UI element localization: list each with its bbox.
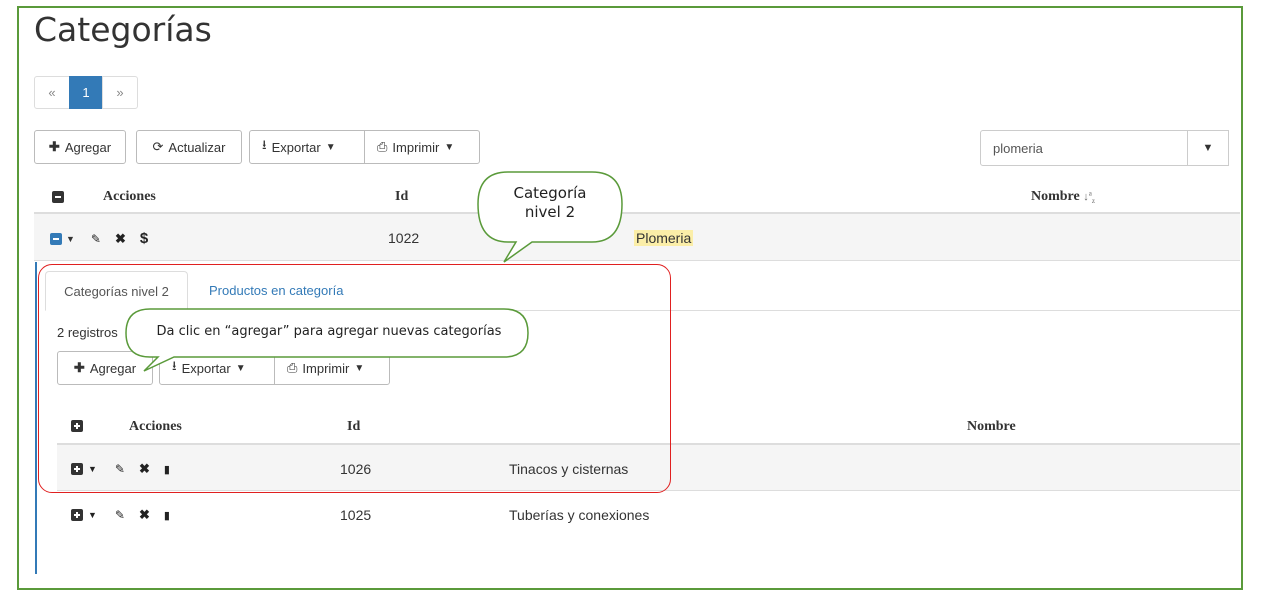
header-name-label: Nombre (1031, 189, 1080, 204)
pagination: « 1 » (34, 76, 138, 109)
copy-icon[interactable]: ▮ (164, 509, 170, 522)
search-input[interactable]: plomeria (980, 130, 1188, 166)
edit-icon[interactable]: ✎ (115, 508, 125, 522)
detail-row-id: 1025 (340, 507, 372, 523)
detail-row-name: Tuberías y conexiones (509, 507, 650, 523)
plus-icon: ✚ (73, 360, 85, 375)
print-button-label: Imprimir (392, 139, 440, 155)
collapse-all-icon[interactable] (52, 191, 64, 203)
header-actions: Acciones (103, 189, 156, 204)
plus-icon: ✚ (48, 139, 60, 154)
tab-productos-en-categoria[interactable]: Productos en categoría (209, 283, 343, 298)
table-row (57, 445, 1240, 490)
edit-icon[interactable]: ✎ (91, 232, 101, 246)
dollar-icon[interactable]: $ (140, 230, 148, 247)
header-name[interactable]: Nombre ↓az (1031, 189, 1095, 205)
record-count: 2 registros (57, 325, 118, 340)
expand-row-icon[interactable] (71, 509, 83, 521)
export-button-label: Exportar (271, 139, 321, 155)
delete-icon[interactable]: ✖ (115, 231, 126, 247)
header-id[interactable]: Id (395, 189, 408, 205)
edit-icon[interactable]: ✎ (115, 462, 125, 476)
delete-icon[interactable]: ✖ (139, 461, 150, 477)
refresh-button[interactable]: ⟳ Actualizar (136, 130, 242, 164)
pagination-page-1[interactable]: 1 (69, 76, 103, 109)
detail-row-actions: ▼ ✎ ✖ ▮ (71, 461, 184, 477)
callout-hint-text: Da clic en “agregar” para agregar nuevas… (156, 324, 502, 339)
row-name-highlight: Plomeria (634, 230, 694, 246)
collapse-row-icon[interactable] (50, 232, 62, 245)
chevron-down-icon: ▼ (325, 141, 336, 153)
pagination-next[interactable]: » (102, 76, 138, 109)
export-button[interactable]: ⭳ Exportar ▼ (249, 130, 365, 164)
search-dropdown-button[interactable]: ▼ (1187, 130, 1229, 166)
tab-categorias-nivel-2[interactable]: Categorías nivel 2 (45, 271, 188, 311)
callout-level2-text: Categoría nivel 2 (513, 184, 587, 221)
row-divider (34, 260, 1240, 261)
detail-left-bar (35, 262, 37, 574)
detail-row-id: 1026 (340, 461, 372, 477)
print-button[interactable]: ⎙ Imprimir ▼ (364, 130, 480, 164)
row-id: 1022 (388, 230, 420, 246)
chevron-down-icon: ▼ (1202, 142, 1214, 154)
row-actions: ▼ ✎ ✖ $ (50, 230, 162, 247)
page-title: Categorías (34, 10, 212, 49)
copy-icon[interactable]: ▮ (164, 463, 170, 476)
refresh-button-label: Actualizar (168, 139, 226, 155)
chevron-down-icon[interactable]: ▼ (88, 510, 97, 520)
detail-header-id[interactable]: Id (347, 419, 360, 435)
delete-icon[interactable]: ✖ (139, 507, 150, 523)
chevron-down-icon[interactable]: ▼ (66, 234, 75, 244)
add-button[interactable]: ✚ Agregar (34, 130, 126, 164)
detail-row-name: Tinacos y cisternas (509, 461, 629, 477)
row-name: Plomeria (634, 230, 694, 246)
detail-row-actions: ▼ ✎ ✖ ▮ (71, 507, 184, 523)
row-divider (57, 490, 1240, 491)
chevron-down-icon[interactable]: ▼ (88, 464, 97, 474)
refresh-icon: ⟳ (152, 139, 164, 154)
export-icon: ⭳ (262, 137, 267, 152)
add-button-label: Agregar (64, 139, 112, 155)
expand-row-icon[interactable] (71, 463, 83, 475)
pagination-prev[interactable]: « (34, 76, 70, 109)
detail-header-name[interactable]: Nombre (967, 419, 1016, 435)
print-icon: ⎙ (377, 139, 388, 154)
detail-header-actions: Acciones (129, 419, 182, 434)
export-print-group: ⭳ Exportar ▼ ⎙ Imprimir ▼ (249, 130, 480, 164)
callout-hint-bubble (125, 308, 529, 372)
expand-all-icon[interactable] (71, 420, 83, 432)
sort-icon: ↓az (1083, 189, 1095, 206)
chevron-down-icon: ▼ (444, 141, 455, 153)
screenshot-frame (17, 6, 1243, 590)
